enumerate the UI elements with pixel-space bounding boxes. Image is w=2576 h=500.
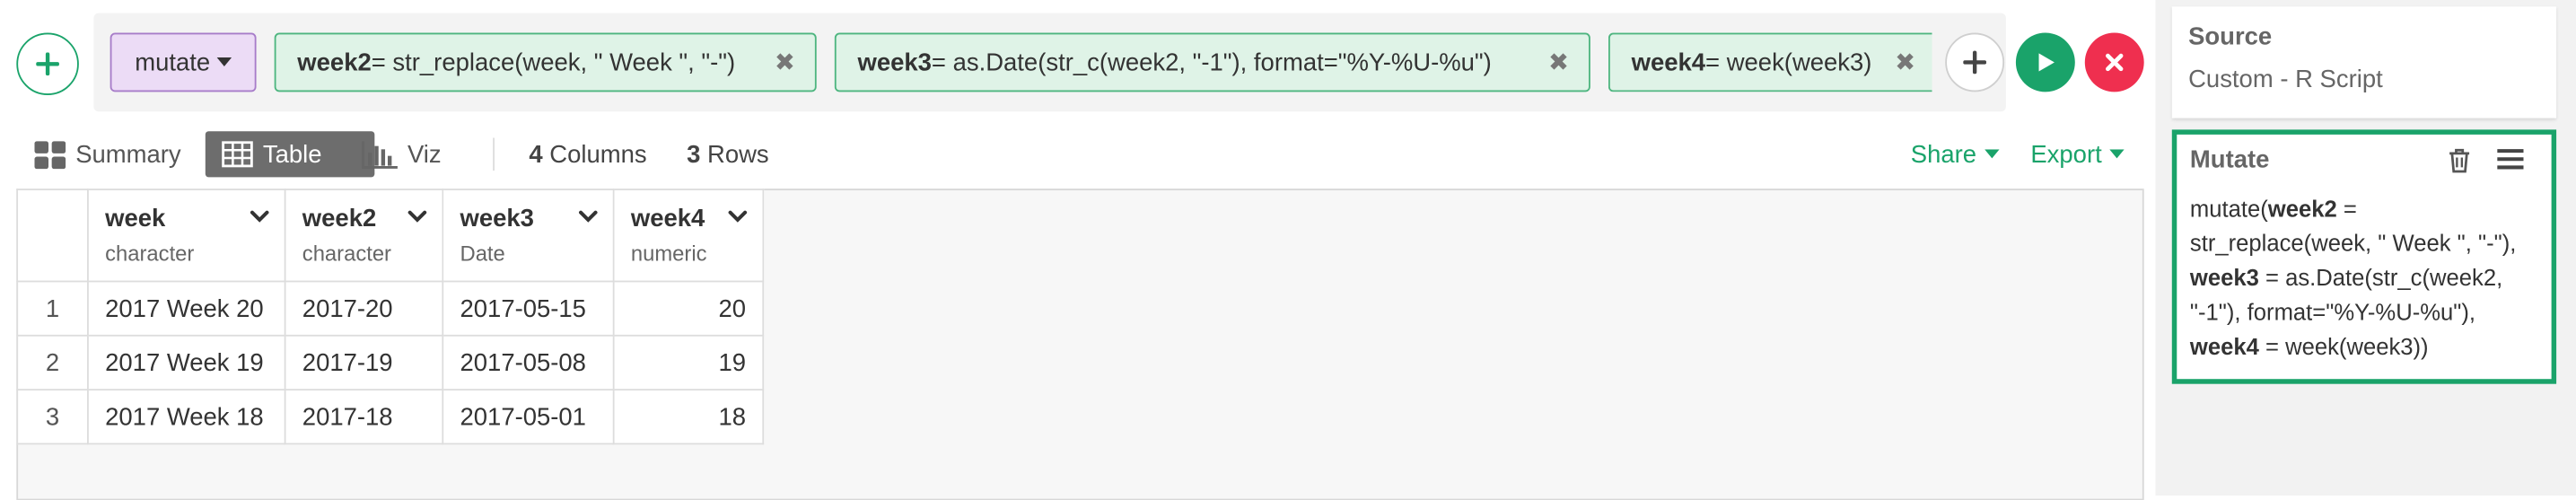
chevron-down-icon[interactable] [578,210,598,224]
table-cell: 20 [612,280,765,337]
code-arg-name: week3 [2189,264,2259,291]
row-count-label: Rows [700,140,769,169]
trash-icon[interactable] [2448,148,2471,174]
column-header-week3[interactable]: week3 Date [442,189,615,283]
add-argument-button[interactable] [1945,32,2005,92]
view-tab-label: Table [262,140,322,169]
export-label: Export [2030,140,2102,169]
column-type: character [302,241,392,267]
table-cell: 2017-05-15 [442,280,615,337]
share-menu[interactable]: Share [1911,131,2000,177]
row-number: 2 [16,334,89,391]
run-button[interactable] [2015,32,2075,92]
column-count-value: 4 [529,140,543,169]
column-type: Date [460,241,505,267]
command-select[interactable]: mutate [110,32,257,92]
column-name: week3 [460,205,534,233]
bar-chart-icon [362,140,398,168]
export-menu[interactable]: Export [2030,131,2125,177]
table-row: 3 2017 Week 18 2017-18 2017-05-01 18 [16,389,765,445]
mutate-title: Mutate [2189,145,2270,174]
view-tab-label: Viz [407,140,442,169]
source-subtitle: Custom - R Script [2188,66,2383,94]
table-cell: 2017-20 [284,280,444,337]
play-icon [2038,53,2055,72]
code-arg-name: week2 [2267,195,2337,222]
column-name: week [105,205,166,233]
chevron-down-icon[interactable] [250,210,269,224]
table-cell: 2017 Week 20 [87,280,286,337]
code-text: mutate( [2189,195,2268,222]
command-label: mutate [135,48,211,76]
chevron-down-icon[interactable] [407,210,427,224]
column-header-week[interactable]: week character [87,189,286,283]
toolbar-divider [493,137,495,171]
mutate-step-card[interactable]: Mutate mutate(week2 = str_replace(week, … [2171,129,2557,384]
code-arg-name: week4 [2189,333,2259,360]
row-count-value: 3 [687,140,701,169]
plus-icon [1963,50,1986,75]
view-tab-label: Summary [75,140,181,169]
column-type: numeric [630,241,707,267]
code-text: = week(week3)) [2258,333,2429,360]
remove-icon[interactable]: ✖ [1871,48,1915,77]
caret-down-icon [2109,149,2125,159]
remove-icon[interactable]: ✖ [751,48,795,77]
view-tab-viz[interactable]: Viz [362,131,442,177]
table-cell: 2017 Week 19 [87,334,286,391]
caret-down-icon [1985,149,2000,159]
argument-chip-week4[interactable]: week4 = week(week3) ✖ [1608,32,1932,92]
chip-expression: = week(week3) [1705,48,1872,76]
source-step-card[interactable]: Source Custom - R Script [2171,6,2557,118]
row-number-header [16,189,89,283]
chevron-down-icon[interactable] [728,210,748,224]
row-number: 3 [16,389,89,445]
column-header-week4[interactable]: week4 numeric [612,189,765,283]
column-header-week2[interactable]: week2 character [284,189,444,283]
table-cell: 2017-05-08 [442,334,615,391]
menu-icon[interactable] [2497,148,2524,171]
chip-name: week3 [857,48,932,76]
argument-chip-week2[interactable]: week2 = str_replace(week, " Week ", "-")… [274,32,817,92]
chip-name: week2 [297,48,372,76]
plus-icon [36,52,59,76]
add-step-button[interactable] [16,32,79,96]
row-count: 3 Rows [687,131,769,177]
table-cell: 19 [612,334,765,391]
view-tab-table[interactable]: Table [205,131,375,178]
share-label: Share [1910,140,1977,169]
column-count: 4 Columns [529,131,646,177]
column-type: character [105,241,195,267]
data-table: week character week2 character week3 Dat… [16,189,765,445]
table-row: 2 2017 Week 19 2017-19 2017-05-08 19 [16,334,765,391]
chip-expression: = str_replace(week, " Week ", "-") [371,48,736,76]
table-header-row: week character week2 character week3 Dat… [16,189,765,283]
argument-chip-week3[interactable]: week3 = as.Date(str_c(week2, "-1"), form… [834,32,1590,92]
cancel-button[interactable] [2084,32,2144,92]
table-row: 1 2017 Week 20 2017-20 2017-05-15 20 [16,280,765,337]
caret-down-icon [216,57,232,67]
table-cell: 2017 Week 18 [87,389,286,445]
table-icon [222,141,253,168]
mutate-code: mutate(week2 = str_replace(week, " Week … [2190,192,2538,364]
table-cell: 2017-18 [284,389,444,445]
column-count-label: Columns [542,140,647,169]
table-cell: 2017-05-01 [442,389,615,445]
grid-icon [34,140,66,169]
source-title: Source [2188,22,2273,51]
remove-icon[interactable]: ✖ [1525,48,1569,77]
table-cell: 18 [612,389,765,445]
app-window: mutate week2 = str_replace(week, " Week … [0,0,2576,500]
row-number: 1 [16,280,89,337]
table-cell: 2017-19 [284,334,444,391]
close-icon [2106,53,2124,72]
chip-name: week4 [1631,48,1706,76]
view-tab-summary[interactable]: Summary [34,131,181,177]
chip-expression: = as.Date(str_c(week2, "-1"), format="%Y… [931,48,1492,76]
